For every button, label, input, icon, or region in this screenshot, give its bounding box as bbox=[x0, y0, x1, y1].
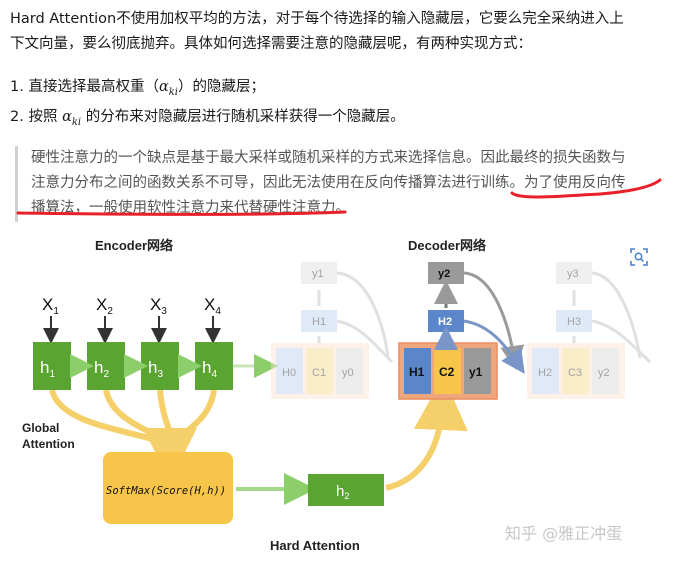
d0-top-y: y1 bbox=[312, 268, 324, 280]
input-x4: X4 bbox=[204, 295, 221, 317]
h3-sub: 3 bbox=[157, 369, 163, 380]
d0-cell-y: y0 bbox=[342, 367, 354, 379]
decoder-title: Decoder网络 bbox=[408, 238, 486, 253]
d2-cell-c: C3 bbox=[568, 367, 582, 379]
d2-top-h: H3 bbox=[567, 316, 581, 328]
x2-base: X bbox=[96, 295, 107, 314]
h3-base: h bbox=[148, 358, 157, 377]
encoder-hidden-states: h1 h2 h3 h4 bbox=[33, 342, 278, 390]
x4-sub: 4 bbox=[215, 306, 221, 317]
x2-sub: 2 bbox=[107, 306, 113, 317]
x1-sub: 1 bbox=[53, 306, 59, 317]
zhihu-watermark: 知乎 @雅正冲蛋 bbox=[505, 524, 623, 543]
d2-cell-y: y2 bbox=[598, 367, 610, 379]
decoder-block-0: H0 C1 y0 y1 H1 bbox=[271, 262, 394, 399]
d1-cell-c: C2 bbox=[439, 365, 455, 379]
h2-base: h bbox=[94, 358, 103, 377]
red-underline-annotation bbox=[16, 178, 662, 216]
d1-top-y: y2 bbox=[438, 268, 450, 280]
selected-h2-sub: 2 bbox=[344, 491, 349, 501]
hard-attention-diagram: Encoder网络 Decoder网络 X1 X2 X3 X4 h1 h2 h3… bbox=[22, 238, 652, 553]
hidden-h3 bbox=[141, 342, 179, 390]
d2-top-y: y3 bbox=[567, 268, 579, 280]
d2-cell-h: H2 bbox=[538, 367, 552, 379]
global-attention-line2: Attention bbox=[22, 437, 75, 451]
h4-sub: 4 bbox=[211, 369, 217, 380]
h1-base: h bbox=[40, 358, 49, 377]
x3-sub: 3 bbox=[161, 306, 167, 317]
d0-cell-h: H0 bbox=[282, 367, 296, 379]
h2-sub: 2 bbox=[103, 369, 109, 380]
x4-base: X bbox=[204, 295, 215, 314]
hard-attention-caption: Hard Attention bbox=[270, 538, 360, 553]
d1-cell-h: H1 bbox=[409, 365, 425, 379]
selected-h2-base: h bbox=[336, 483, 344, 500]
input-x2: X2 bbox=[96, 295, 113, 317]
encoder-title: Encoder网络 bbox=[95, 238, 173, 253]
d1-top-h: H2 bbox=[438, 316, 452, 328]
input-x1: X1 bbox=[42, 295, 59, 317]
softmax-label: SoftMax(Score(H,h)) bbox=[106, 485, 226, 497]
selected-h2-box bbox=[308, 474, 384, 506]
encoder-inputs: X1 X2 X3 X4 bbox=[42, 295, 221, 344]
x3-base: X bbox=[150, 295, 161, 314]
d0-top-h: H1 bbox=[312, 316, 326, 328]
h1-sub: 1 bbox=[49, 369, 55, 380]
d1-cell-y: y1 bbox=[469, 365, 483, 379]
global-attention-line1: Global bbox=[22, 421, 59, 435]
d0-cell-c: C1 bbox=[312, 367, 326, 379]
hidden-h4 bbox=[195, 342, 233, 390]
decoder-block-2: H2 C3 y2 y3 H3 bbox=[527, 262, 652, 399]
x1-base: X bbox=[42, 295, 53, 314]
hidden-h1 bbox=[33, 342, 71, 390]
global-attention-arrows bbox=[49, 388, 217, 446]
decoder-block-1: H1 C2 y1 y2 H2 bbox=[398, 262, 525, 400]
hidden-h2 bbox=[87, 342, 125, 390]
h4-base: h bbox=[202, 358, 211, 377]
input-x3: X3 bbox=[150, 295, 167, 317]
